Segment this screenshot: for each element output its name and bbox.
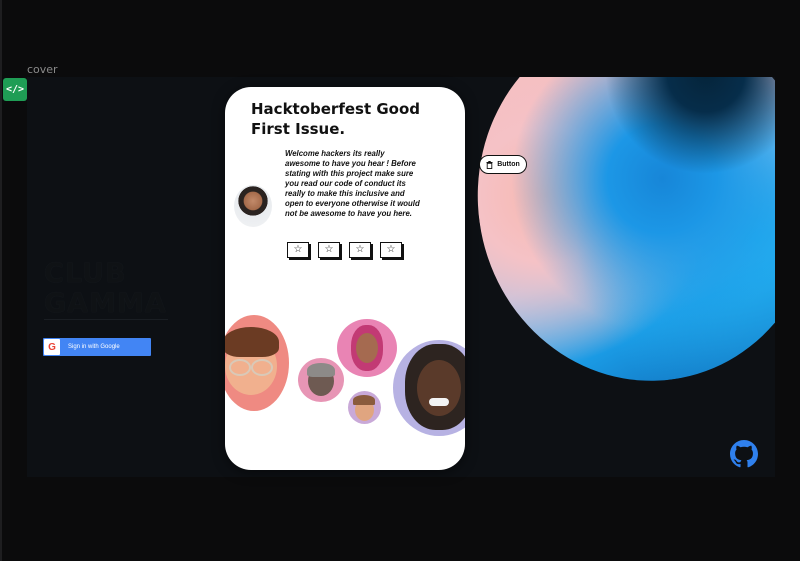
blob-button[interactable]: Button	[479, 155, 527, 174]
memoji-cap	[348, 391, 381, 424]
memoji-pink-hair	[337, 319, 397, 377]
google-logo-icon: G	[44, 339, 60, 355]
star-button[interactable]: ☆	[318, 242, 340, 258]
memoji-dreadlocks	[393, 340, 465, 436]
github-icon[interactable]	[730, 440, 758, 468]
card-title: Hacktoberfest Good First Issue.	[251, 100, 421, 138]
frame-label: cover	[27, 63, 58, 76]
welcome-text: Welcome hackers its really awesome to ha…	[285, 149, 420, 218]
google-signin-button[interactable]: G Sign in with Google	[43, 338, 151, 356]
brand-wordmark: CLUB GAMMA	[44, 258, 167, 319]
star-button[interactable]: ☆	[349, 242, 371, 258]
star-buttons: ☆ ☆ ☆ ☆	[287, 242, 402, 258]
code-view-button[interactable]: </>	[3, 78, 27, 101]
star-button[interactable]: ☆	[380, 242, 402, 258]
brand-divider	[44, 319, 168, 320]
star-button[interactable]: ☆	[287, 242, 309, 258]
issue-card: Hacktoberfest Good First Issue. Welcome …	[225, 87, 465, 470]
contributor-avatar	[234, 185, 272, 227]
blob-button-label: Button	[497, 161, 520, 168]
editor-left-rail	[0, 0, 2, 561]
memoji-glasses-woman	[225, 315, 289, 411]
gradient-blob	[454, 77, 775, 403]
google-signin-label: Sign in with Google	[68, 344, 120, 350]
trash-icon	[486, 160, 493, 169]
memoji-gray-hair	[298, 358, 344, 402]
